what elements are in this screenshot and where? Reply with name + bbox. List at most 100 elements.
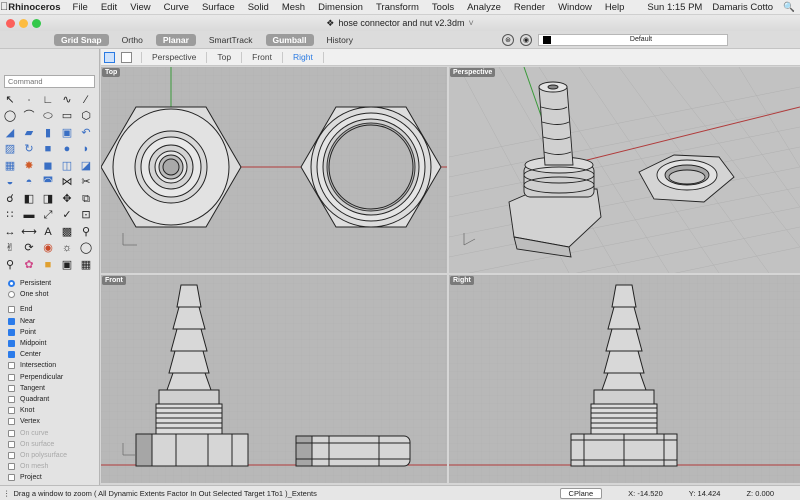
osnap-vertex-checkbox[interactable]: Vertex [8, 416, 98, 427]
checkbox[interactable] [8, 474, 15, 482]
gumball-toggle[interactable]: Gumball [265, 33, 314, 46]
checkbox[interactable] [8, 418, 15, 426]
ellipse-icon[interactable]: ⬭ [40, 110, 56, 124]
checkbox[interactable] [8, 407, 15, 415]
osnap-end-checkbox[interactable]: End [8, 304, 98, 315]
radio-button[interactable] [8, 280, 15, 288]
boolean-split-icon[interactable]: ◪ [78, 159, 94, 173]
select-arrow-icon[interactable]: ↖ [2, 93, 18, 107]
target-icon[interactable]: ◉ [520, 33, 532, 46]
menu-curve[interactable]: Curve [164, 2, 189, 13]
viewport-top[interactable]: Top [101, 67, 447, 273]
osnap-knot-checkbox[interactable]: Knot [8, 405, 98, 416]
clock[interactable]: Sun 1:15 PM [647, 2, 702, 13]
light-icon[interactable]: ☼ [59, 242, 75, 256]
sphere-icon[interactable]: ● [59, 143, 75, 157]
viewport-label-front[interactable]: Front [102, 276, 126, 285]
circle-icon[interactable]: ◯ [2, 110, 18, 124]
split-icon[interactable]: ☌ [2, 192, 18, 206]
osnap-on-curve-checkbox[interactable]: On curve [8, 427, 98, 438]
check-icon[interactable]: ✓ [59, 209, 75, 223]
menu-solid[interactable]: Solid [248, 2, 269, 13]
checkbox[interactable] [8, 451, 15, 459]
menu-dimension[interactable]: Dimension [318, 2, 363, 13]
grid-snap-toggle[interactable]: Grid Snap [54, 33, 109, 46]
surface-corner-icon[interactable]: ◢ [2, 126, 18, 140]
checkbox[interactable] [8, 429, 15, 437]
rectangle-icon[interactable]: ▭ [59, 110, 75, 124]
zoom-window-button[interactable] [32, 19, 41, 28]
grid-options-icon[interactable]: ▦ [78, 258, 94, 272]
menu-view[interactable]: View [130, 2, 150, 13]
osnap-center-checkbox[interactable]: Center [8, 349, 98, 360]
hatch-icon[interactable]: ▩ [59, 225, 75, 239]
lock-icon[interactable]: ⚲ [2, 258, 18, 272]
close-window-button[interactable] [6, 19, 15, 28]
boolean-union-icon[interactable]: ◼ [40, 159, 56, 173]
menu-surface[interactable]: Surface [202, 2, 235, 13]
layer-dropdown[interactable]: Default [538, 33, 728, 46]
extrude-icon[interactable]: ▮ [40, 126, 56, 140]
curve-icon[interactable]: ∿ [59, 93, 75, 107]
tab-perspective[interactable]: Perspective [142, 52, 206, 62]
copy-icon[interactable]: ⧉ [78, 192, 94, 206]
viewport-front[interactable]: Front [101, 275, 447, 483]
explode-icon[interactable]: ✸ [21, 159, 37, 173]
osnap-point-checkbox[interactable]: Point [8, 327, 98, 338]
menu-edit[interactable]: Edit [101, 2, 117, 13]
trim-icon[interactable]: ✂ [78, 176, 94, 190]
osnap-on-surface-checkbox[interactable]: On surface [8, 439, 98, 450]
polyline-icon[interactable]: ∟ [40, 93, 56, 107]
history-toggle[interactable]: History [320, 34, 360, 46]
tab-front[interactable]: Front [242, 52, 282, 62]
osnap-intersection-checkbox[interactable]: Intersection [8, 360, 98, 371]
dimension-icon[interactable]: ⟷ [21, 225, 37, 239]
shell-icon[interactable]: ◓ [21, 176, 37, 190]
plane-icon[interactable]: ▰ [21, 126, 37, 140]
material-icon[interactable]: ■ [40, 258, 56, 272]
apple-icon[interactable]:  [0, 1, 8, 13]
viewport-right[interactable]: Right [449, 275, 800, 483]
boolean-difference-icon[interactable]: ◫ [59, 159, 75, 173]
osnap-on-mesh-checkbox[interactable]: On mesh [8, 461, 98, 472]
align-icon[interactable]: ⊡ [78, 209, 94, 223]
cap-icon[interactable]: ◚ [40, 176, 56, 190]
menu-tools[interactable]: Tools [432, 2, 454, 13]
fillet-edge-icon[interactable]: ◒ [2, 176, 18, 190]
zoom-icon[interactable]: ⚲ [78, 225, 94, 239]
scale-icon[interactable]: ⤢ [40, 209, 56, 223]
pan-icon[interactable]: ✌ [2, 242, 18, 256]
mirror-icon[interactable]: ▬ [21, 209, 37, 223]
revolve-icon[interactable]: ↻ [21, 143, 37, 157]
group-icon[interactable]: ◧ [21, 192, 37, 206]
point-icon[interactable]: ∙ [21, 93, 37, 107]
rotate-view-icon[interactable]: ⟳ [21, 242, 37, 256]
planar-toggle[interactable]: Planar [155, 33, 196, 46]
four-view-layout-icon[interactable] [104, 51, 115, 63]
viewport-label-perspective[interactable]: Perspective [450, 68, 496, 77]
checkbox[interactable] [8, 384, 15, 392]
osnap-project-checkbox[interactable]: Project [8, 472, 98, 483]
checkbox[interactable] [8, 317, 15, 325]
menu-analyze[interactable]: Analyze [467, 2, 501, 13]
move-icon[interactable]: ✥ [59, 192, 75, 206]
polygon-icon[interactable]: ⬡ [78, 110, 94, 124]
menu-file[interactable]: File [73, 2, 88, 13]
osnap-on-polysurface-checkbox[interactable]: On polysurface [8, 450, 98, 461]
tab-top[interactable]: Top [207, 52, 241, 62]
viewport-perspective[interactable]: Perspective [449, 67, 800, 273]
checkbox[interactable] [8, 373, 15, 381]
cylinder-icon[interactable]: ◗ [78, 143, 94, 157]
box-icon[interactable]: ■ [40, 143, 56, 157]
app-menu[interactable]: Rhinoceros [8, 2, 60, 13]
patch-icon[interactable]: ▨ [2, 143, 18, 157]
checkbox[interactable] [8, 306, 15, 314]
checkbox[interactable] [8, 340, 15, 348]
smarttrack-toggle[interactable]: SmartTrack [202, 34, 260, 46]
menu-render[interactable]: Render [514, 2, 545, 13]
ortho-toggle[interactable]: Ortho [115, 34, 150, 46]
line-icon[interactable]: ∕ [78, 93, 94, 107]
command-input[interactable] [4, 75, 95, 88]
osnap-persistent-radio[interactable]: Persistent [8, 278, 98, 289]
osnap-one-shot-radio[interactable]: One shot [8, 289, 98, 300]
